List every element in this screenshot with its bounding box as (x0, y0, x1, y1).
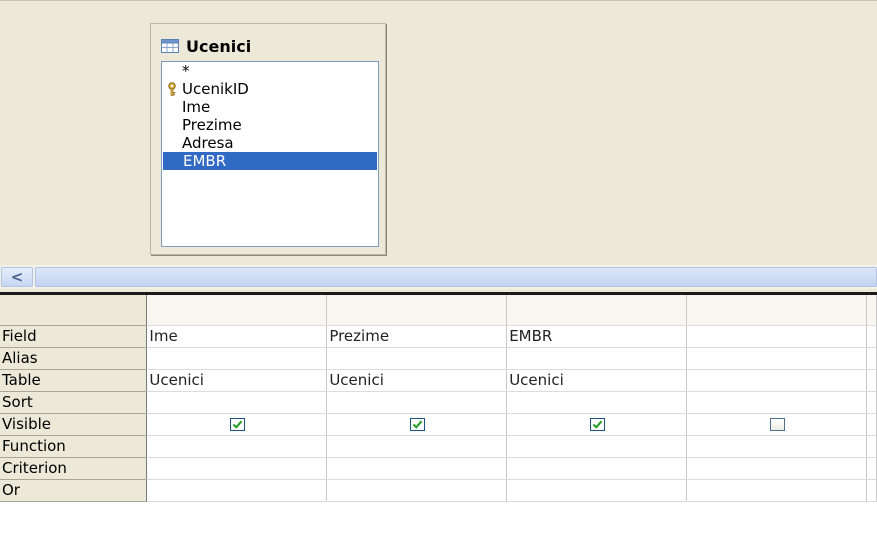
field-item-label: UcenikID (182, 80, 249, 98)
field-item-label: Prezime (182, 116, 242, 134)
visible-cell (866, 413, 877, 436)
visible-cell (506, 413, 688, 436)
checkmark-icon (413, 420, 423, 429)
table-cell[interactable]: Ucenici (146, 369, 328, 392)
grid-row-table: Table Ucenici Ucenici Ucenici (0, 369, 877, 392)
field-cell[interactable]: Prezime (326, 325, 508, 348)
grid-row-function: Function (0, 435, 877, 458)
table-window-ucenici[interactable]: Ucenici * UcenikID Ime Prezime Adresa EM… (150, 23, 386, 255)
sort-cell[interactable] (506, 391, 688, 414)
field-item-all[interactable]: * (162, 62, 378, 80)
or-cell[interactable] (506, 479, 688, 502)
query-design-grid: Field Ime Prezime EMBR Alias Table Uceni… (0, 295, 877, 533)
criterion-cell[interactable] (326, 457, 508, 480)
visible-checkbox[interactable] (230, 418, 246, 431)
column-header[interactable] (506, 295, 688, 326)
field-item-label: Adresa (182, 134, 234, 152)
column-header[interactable] (686, 295, 867, 326)
visible-checkbox[interactable] (410, 418, 426, 431)
alias-cell[interactable] (146, 347, 328, 370)
chevron-left-icon: < (10, 268, 24, 286)
function-cell[interactable] (326, 435, 508, 458)
criterion-cell[interactable] (506, 457, 688, 480)
table-cell[interactable] (866, 369, 877, 392)
visible-cell (146, 413, 328, 436)
field-cell[interactable]: EMBR (506, 325, 688, 348)
field-item-prezime[interactable]: Prezime (162, 116, 378, 134)
scrollbar-thumb[interactable] (35, 267, 877, 287)
row-label-alias: Alias (0, 347, 148, 370)
grid-row-visible: Visible (0, 413, 877, 436)
criterion-cell[interactable] (686, 457, 867, 480)
table-window-title-bar[interactable]: Ucenici (161, 34, 377, 58)
sort-cell[interactable] (146, 391, 328, 414)
query-design-area: Ucenici * UcenikID Ime Prezime Adresa EM… (0, 0, 877, 263)
grid-row-sort: Sort (0, 391, 877, 414)
grid-row-alias: Alias (0, 347, 877, 370)
table-cell[interactable]: Ucenici (326, 369, 508, 392)
row-label-sort: Sort (0, 391, 148, 414)
row-label-criterion: Criterion (0, 457, 148, 480)
row-label-table: Table (0, 369, 148, 392)
field-item-embr[interactable]: EMBR (163, 152, 377, 170)
grid-row-field: Field Ime Prezime EMBR (0, 325, 877, 348)
primary-key-icon (168, 82, 176, 96)
row-label-visible: Visible (0, 413, 148, 436)
visible-cell (326, 413, 508, 436)
visible-checkbox[interactable] (590, 418, 606, 431)
function-cell[interactable] (506, 435, 688, 458)
row-label-or: Or (0, 479, 148, 502)
sort-cell[interactable] (326, 391, 508, 414)
alias-cell[interactable] (866, 347, 877, 370)
sort-cell[interactable] (866, 391, 877, 414)
alias-cell[interactable] (686, 347, 867, 370)
field-item-label: Ime (182, 98, 211, 116)
alias-cell[interactable] (506, 347, 688, 370)
column-header[interactable] (866, 295, 877, 326)
row-label-function: Function (0, 435, 148, 458)
or-cell[interactable] (146, 479, 328, 502)
horizontal-scrollbar[interactable]: < (0, 265, 877, 289)
field-item-ime[interactable]: Ime (162, 98, 378, 116)
function-cell[interactable] (146, 435, 328, 458)
sort-cell[interactable] (686, 391, 867, 414)
table-cell[interactable]: Ucenici (506, 369, 688, 392)
column-header[interactable] (326, 295, 508, 326)
column-header[interactable] (146, 295, 328, 326)
grid-row-criterion: Criterion (0, 457, 877, 480)
grid-corner (0, 295, 148, 326)
field-cell[interactable] (686, 325, 867, 348)
grid-row-or: Or (0, 479, 877, 502)
field-item-adresa[interactable]: Adresa (162, 134, 378, 152)
alias-cell[interactable] (326, 347, 508, 370)
row-label-field: Field (0, 325, 148, 348)
table-cell[interactable] (686, 369, 867, 392)
scroll-left-button[interactable]: < (1, 267, 33, 287)
table-field-list[interactable]: * UcenikID Ime Prezime Adresa EMBR (161, 61, 379, 247)
field-item-label: * (182, 62, 190, 80)
field-item-ucenikid[interactable]: UcenikID (162, 80, 378, 98)
field-item-label: EMBR (183, 152, 227, 170)
field-cell[interactable]: Ime (146, 325, 328, 348)
visible-checkbox[interactable] (770, 418, 786, 431)
criterion-cell[interactable] (866, 457, 877, 480)
visible-cell (686, 413, 867, 436)
column-header-row (0, 295, 877, 326)
table-icon (161, 39, 179, 53)
table-window-title: Ucenici (186, 36, 252, 56)
checkmark-icon (592, 420, 603, 429)
function-cell[interactable] (866, 435, 877, 458)
field-cell[interactable] (866, 325, 877, 348)
criterion-cell[interactable] (146, 457, 328, 480)
or-cell[interactable] (686, 479, 867, 502)
checkmark-icon (233, 420, 243, 429)
or-cell[interactable] (326, 479, 508, 502)
or-cell[interactable] (866, 479, 877, 502)
function-cell[interactable] (686, 435, 867, 458)
